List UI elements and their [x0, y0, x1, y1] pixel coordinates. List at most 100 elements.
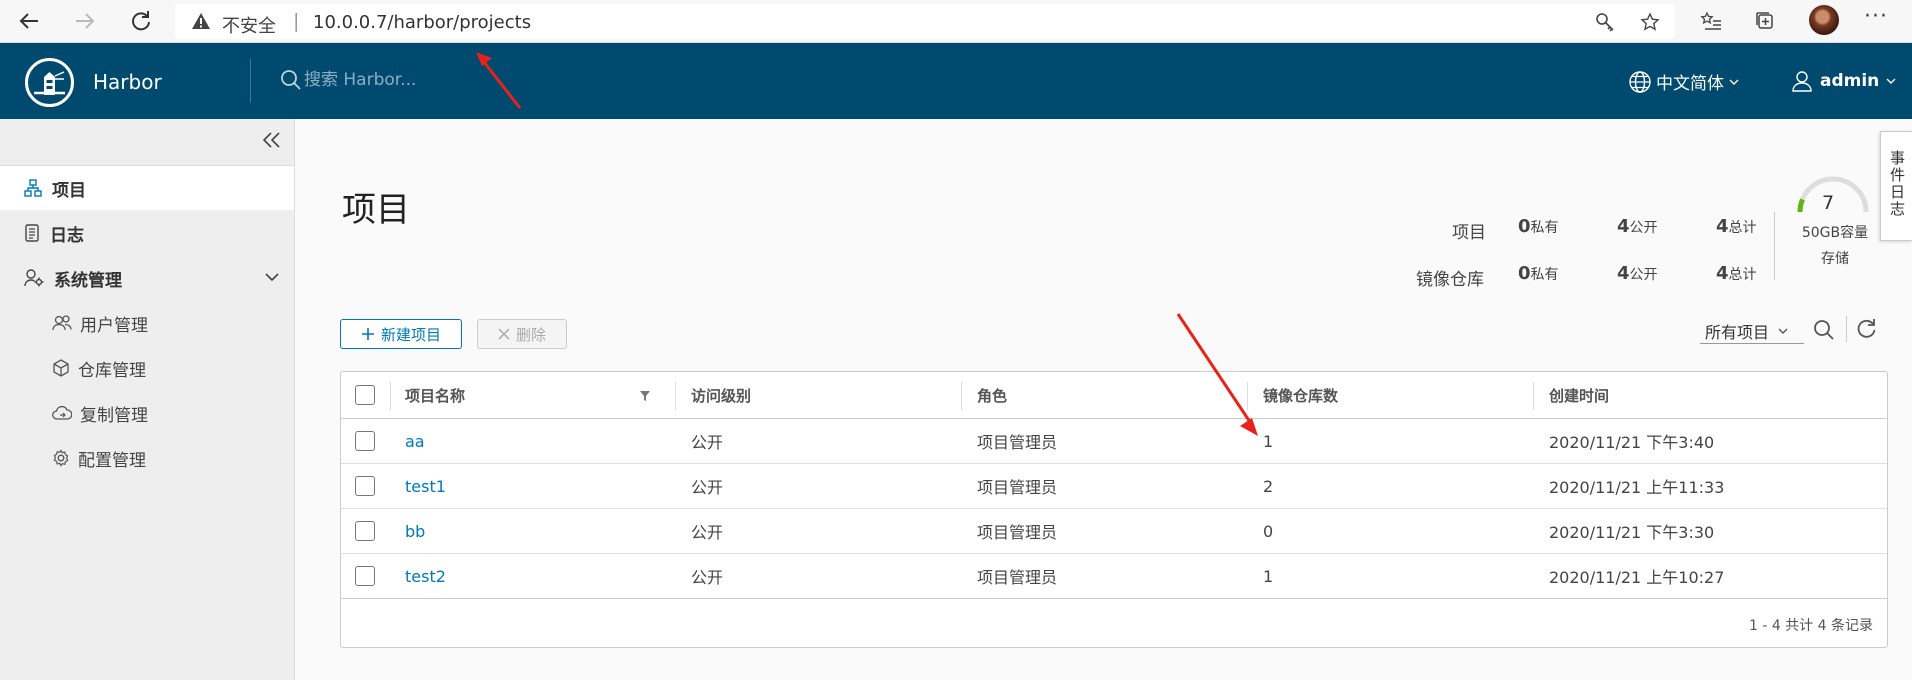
- reload-icon: [132, 11, 150, 31]
- chevron-down-icon: [1778, 328, 1788, 334]
- header-divider: [250, 59, 251, 103]
- table-row: aa 公开 项目管理员 1 2020/11/21 下午3:40: [341, 419, 1887, 464]
- close-icon: [498, 328, 510, 340]
- storage-text: 50GB容量 存储: [1797, 220, 1873, 272]
- table-row: test2 公开 项目管理员 1 2020/11/21 上午10:27: [341, 554, 1887, 599]
- page-title: 项目: [342, 190, 410, 230]
- new-project-button[interactable]: 新建项目: [340, 319, 462, 349]
- repos-total-count: 4总计: [1716, 263, 1757, 284]
- row-checkbox[interactable]: [355, 566, 375, 586]
- language-label: 中文简体: [1656, 74, 1724, 94]
- url-text[interactable]: 10.0.0.7/harbor/projects: [313, 12, 531, 33]
- header-creation-time[interactable]: 创建时间: [1549, 372, 1609, 418]
- row-checkbox[interactable]: [355, 521, 375, 541]
- forward-arrow-icon: [76, 13, 95, 29]
- projects-public-count: 4公开: [1617, 216, 1658, 237]
- table-row: bb 公开 项目管理员 0 2020/11/21 下午3:30: [341, 509, 1887, 554]
- role-cell: 项目管理员: [977, 523, 1058, 542]
- storage-value: 7: [1822, 192, 1835, 214]
- filter-icon[interactable]: [639, 390, 651, 402]
- annotation-arrow-address: [476, 52, 522, 109]
- sidebar-item-users[interactable]: 用户管理: [52, 303, 148, 343]
- app-header: Harbor 中文简体 admin: [0, 43, 1912, 119]
- sidebar-item-label: 日志: [50, 225, 84, 246]
- forward-button[interactable]: [70, 7, 100, 35]
- key-icon[interactable]: [1593, 11, 1617, 33]
- repos-private-count: 0私有: [1518, 263, 1559, 284]
- address-bar[interactable]: 不安全 | 10.0.0.7/harbor/projects: [175, 4, 1675, 39]
- search-icon[interactable]: [1812, 318, 1836, 342]
- select-all-cell: [355, 372, 375, 418]
- user-icon: [1792, 71, 1812, 92]
- project-name-link[interactable]: bb: [405, 509, 425, 553]
- warning-icon: [192, 13, 210, 29]
- project-filter-select[interactable]: 所有项目: [1700, 318, 1804, 344]
- repo-count-cell: 1: [1263, 431, 1274, 451]
- sidebar-sub-label: 仓库管理: [78, 360, 146, 381]
- event-log-label: 事件日志: [1888, 150, 1906, 218]
- row-checkbox[interactable]: [355, 476, 375, 496]
- summary-divider: [1774, 212, 1775, 280]
- sidebar-item-registries[interactable]: 仓库管理: [52, 348, 146, 388]
- favorites-list-icon[interactable]: [1698, 9, 1724, 33]
- header-access-level[interactable]: 访问级别: [691, 372, 751, 418]
- role-cell: 项目管理员: [977, 568, 1058, 587]
- column-divider: [961, 382, 962, 410]
- header-role[interactable]: 角色: [977, 372, 1007, 418]
- back-button[interactable]: [14, 7, 44, 35]
- row-checkbox-cell: [355, 464, 375, 508]
- sidebar-sub-label: 复制管理: [80, 405, 148, 426]
- user-menu[interactable]: admin: [1790, 69, 1897, 93]
- chevron-down-icon[interactable]: [264, 271, 280, 283]
- projects-total-count: 4总计: [1716, 216, 1757, 237]
- sidebar-item-configuration[interactable]: 配置管理: [52, 438, 146, 478]
- favorite-star-icon[interactable]: [1638, 11, 1662, 33]
- projects-private-count: 0私有: [1518, 216, 1559, 237]
- role-cell: 项目管理员: [977, 433, 1058, 452]
- creation-time-cell: 2020/11/21 上午10:27: [1549, 568, 1725, 587]
- creation-time-cell: 2020/11/21 上午11:33: [1549, 478, 1725, 497]
- sidebar-item-logs[interactable]: 日志: [0, 211, 294, 255]
- table-footer: 1 - 4 共计 4 条记录: [1748, 618, 1873, 634]
- harbor-logo-icon: [25, 58, 74, 107]
- sidebar-item-replications[interactable]: 复制管理: [52, 393, 148, 433]
- sidebar-item-administration[interactable]: 系统管理: [0, 256, 294, 300]
- filter-select-value: 所有项目: [1705, 322, 1770, 342]
- project-name-link[interactable]: test1: [405, 464, 446, 508]
- globe-icon: [1629, 70, 1651, 93]
- collections-icon[interactable]: [1752, 9, 1778, 33]
- toolbar-divider: [1846, 316, 1847, 342]
- back-arrow-icon: [19, 13, 38, 29]
- delete-label: 删除: [515, 325, 546, 344]
- reload-button[interactable]: [126, 7, 156, 35]
- language-selector[interactable]: 中文简体: [1628, 69, 1740, 94]
- header-repo-count[interactable]: 镜像仓库数: [1263, 372, 1338, 418]
- storage-capacity: 50GB容量: [1801, 225, 1869, 241]
- gear-icon: [53, 449, 69, 467]
- column-divider: [390, 382, 391, 410]
- delete-button[interactable]: 删除: [477, 319, 567, 349]
- table-header: 项目名称 访问级别 角色 镜像仓库数 创建时间: [341, 372, 1887, 419]
- browser-toolbar: 不安全 | 10.0.0.7/harbor/projects ···: [0, 0, 1912, 43]
- sidebar-item-projects[interactable]: 项目: [0, 166, 294, 210]
- creation-time-cell: 2020/11/21 下午3:40: [1549, 433, 1715, 452]
- project-name-link[interactable]: test2: [405, 554, 446, 598]
- row-checkbox[interactable]: [355, 431, 375, 451]
- storage-label: 存储: [1821, 251, 1849, 267]
- brand-name[interactable]: Harbor: [93, 70, 162, 94]
- event-log-tab[interactable]: 事件日志: [1880, 131, 1912, 241]
- more-menu-icon[interactable]: ···: [1864, 4, 1888, 29]
- repo-count-cell: 2: [1263, 476, 1274, 496]
- select-all-checkbox[interactable]: [355, 385, 375, 405]
- collapse-sidebar-icon[interactable]: [262, 131, 282, 149]
- project-name-link[interactable]: aa: [405, 419, 425, 463]
- header-project-name[interactable]: 项目名称: [405, 372, 465, 418]
- profile-avatar[interactable]: [1809, 5, 1839, 35]
- new-project-label: 新建项目: [380, 325, 441, 344]
- insecure-label: 不安全: [222, 16, 276, 37]
- refresh-icon[interactable]: [1854, 317, 1878, 341]
- row-checkbox-cell: [355, 509, 375, 553]
- row-checkbox-cell: [355, 419, 375, 463]
- global-search-input[interactable]: [304, 65, 454, 95]
- plus-icon: [361, 328, 374, 340]
